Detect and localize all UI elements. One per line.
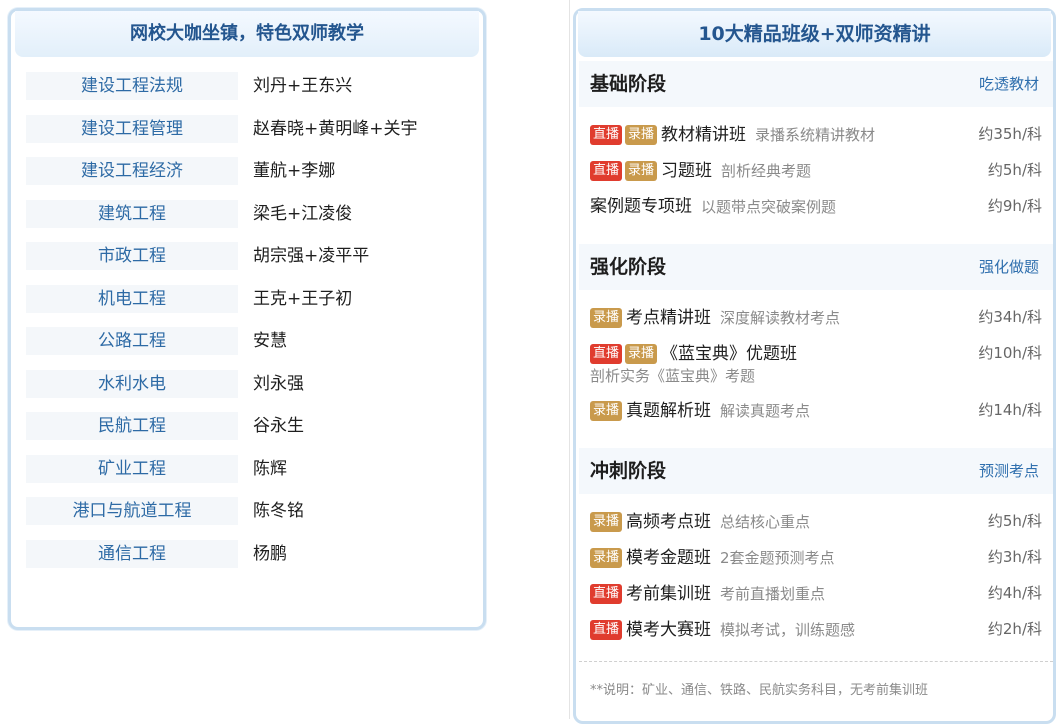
teacher-names: 胡宗强+凌平平 [253, 246, 370, 266]
live-badge: 直播 [590, 343, 623, 364]
course-name: 习题班 [661, 160, 713, 181]
stage-tag-link[interactable]: 预测考点 [979, 448, 1039, 494]
stage-tag-link[interactable]: 吃透教材 [979, 61, 1039, 107]
course-hours: 约5h/科 [987, 512, 1042, 530]
course-name: 真题解析班 [626, 400, 712, 421]
course-item[interactable]: 录播 考点精讲班 深度解读教材考点 约34h/科 [590, 305, 1042, 329]
teacher-names: 梁毛+江凌俊 [253, 203, 353, 224]
recorded-badge: 录播 [590, 307, 623, 328]
course-name: 模考金题班 [626, 547, 712, 568]
subject-label: 水利水电 [26, 369, 238, 398]
subject-label: 公路工程 [26, 327, 238, 355]
stage-title: 冲刺阶段 [590, 460, 667, 482]
course-hours: 约5h/科 [987, 161, 1042, 179]
teacher-names: 陈辉 [253, 458, 287, 479]
course-desc: 2套金题预测考点 [720, 548, 835, 567]
stage-title: 强化阶段 [590, 256, 667, 278]
course-desc: 录播系统精讲教材 [755, 125, 876, 144]
course-desc: 深度解读教材考点 [720, 308, 841, 327]
course-item[interactable]: 直播 考前集训班 考前直播划重点 约4h/科 [590, 581, 1042, 605]
course-hours: 约14h/科 [978, 401, 1042, 419]
course-desc: 以题带点突破案例题 [701, 197, 837, 216]
subject-label: 通信工程 [26, 539, 238, 568]
course-item[interactable]: 录播 模考金题班 2套金题预测考点 约3h/科 [590, 545, 1042, 569]
footnote: **说明：矿业、通信、铁路、民航实务科目，无考前集训班 [590, 683, 929, 698]
subject-label: 建设工程法规 [26, 72, 238, 100]
recorded-badge: 录播 [625, 124, 658, 145]
divider-dashed [579, 661, 1053, 662]
course-panel: 10大精品班级+双师资精讲 基础阶段 吃透教材 直播 录播 教材精讲班 录播系统精讲教… [573, 8, 1056, 724]
course-item[interactable]: 直播 模考大赛班 模拟考试，训练题感 约2h/科 [590, 617, 1042, 641]
course-name: 考前集训班 [626, 583, 712, 604]
course-hours: 约4h/科 [987, 584, 1042, 602]
subject-label: 市政工程 [26, 242, 238, 270]
stage-title: 基础阶段 [590, 73, 667, 95]
course-panel-title: 10大精品班级+双师资精讲 [578, 11, 1051, 57]
course-hours: 约2h/科 [987, 620, 1042, 638]
course-name: 《蓝宝典》优题班 [661, 343, 798, 364]
course-desc: 考前直播划重点 [720, 584, 826, 603]
course-name: 教材精讲班 [661, 124, 747, 145]
teacher-names: 刘永强 [253, 373, 304, 394]
live-badge: 直播 [590, 160, 623, 181]
live-badge: 直播 [590, 124, 623, 145]
stage-header-sprint: 冲刺阶段 预测考点 [579, 448, 1053, 494]
course-hours: 约9h/科 [987, 197, 1042, 215]
course-name: 考点精讲班 [626, 307, 712, 328]
column-divider [569, 0, 570, 719]
teacher-names: 陈冬铭 [253, 501, 304, 521]
course-name: 模考大赛班 [626, 619, 712, 640]
subject-label: 建设工程经济 [26, 157, 238, 185]
course-desc: 解读真题考点 [720, 401, 811, 420]
subject-label: 矿业工程 [26, 454, 238, 483]
course-hours: 约3h/科 [987, 548, 1042, 566]
teacher-panel-title: 网校大咖坐镇，特色双师教学 [15, 11, 479, 57]
teacher-names: 刘丹+王东兴 [253, 76, 353, 96]
teacher-names: 董航+李娜 [253, 161, 336, 181]
course-item[interactable]: 直播 录播 习题班 剖析经典考题 约5h/科 [590, 158, 1042, 182]
course-desc: 剖析经典考题 [721, 161, 812, 180]
subject-label: 建筑工程 [26, 199, 238, 228]
stage-header-intensive: 强化阶段 强化做题 [579, 244, 1053, 290]
teacher-names: 赵春晓+黄明峰+关宇 [253, 118, 418, 139]
stage-tag-link[interactable]: 强化做题 [979, 244, 1039, 290]
course-hours: 约35h/科 [978, 125, 1042, 143]
teacher-names: 谷永生 [253, 416, 304, 436]
teacher-names: 安慧 [253, 331, 287, 351]
live-badge: 直播 [590, 583, 623, 604]
course-hours: 约34h/科 [978, 308, 1042, 326]
course-item[interactable]: 直播 录播 教材精讲班 录播系统精讲教材 约35h/科 [590, 122, 1042, 146]
recorded-badge: 录播 [590, 547, 623, 568]
subject-label: 港口与航道工程 [26, 497, 238, 525]
stage-header-basic: 基础阶段 吃透教材 [579, 61, 1053, 107]
teacher-panel: 网校大咖坐镇，特色双师教学 建设工程法规 刘丹+王东兴 建设工程管理 赵春晓+黄明峰… [8, 8, 486, 630]
course-desc: 模拟考试，训练题感 [720, 620, 856, 639]
subject-label: 民航工程 [26, 412, 238, 440]
recorded-badge: 录播 [590, 511, 623, 532]
teacher-names: 杨鹏 [253, 543, 287, 564]
course-item[interactable]: 录播 高频考点班 总结核心重点 约5h/科 [590, 509, 1042, 533]
course-hours: 约10h/科 [978, 344, 1042, 362]
course-desc: 剖析实务《蓝宝典》考题 [590, 367, 756, 385]
teacher-names: 王克+王子初 [253, 288, 353, 309]
course-item[interactable]: 直播 录播 《蓝宝典》优题班 剖析实务《蓝宝典》考题 约10h/科 [590, 341, 1042, 385]
course-item[interactable]: 案例题专项班 以题带点突破案例题 约9h/科 [590, 194, 1042, 218]
course-desc: 总结核心重点 [720, 512, 811, 531]
course-name: 高频考点班 [626, 511, 712, 532]
live-badge: 直播 [590, 619, 623, 640]
subject-label: 机电工程 [26, 284, 238, 313]
subject-label: 建设工程管理 [26, 114, 238, 143]
recorded-badge: 录播 [625, 160, 658, 181]
recorded-badge: 录播 [590, 400, 623, 421]
course-name: 案例题专项班 [590, 196, 692, 217]
course-item[interactable]: 录播 真题解析班 解读真题考点 约14h/科 [590, 398, 1042, 422]
recorded-badge: 录播 [625, 343, 658, 364]
